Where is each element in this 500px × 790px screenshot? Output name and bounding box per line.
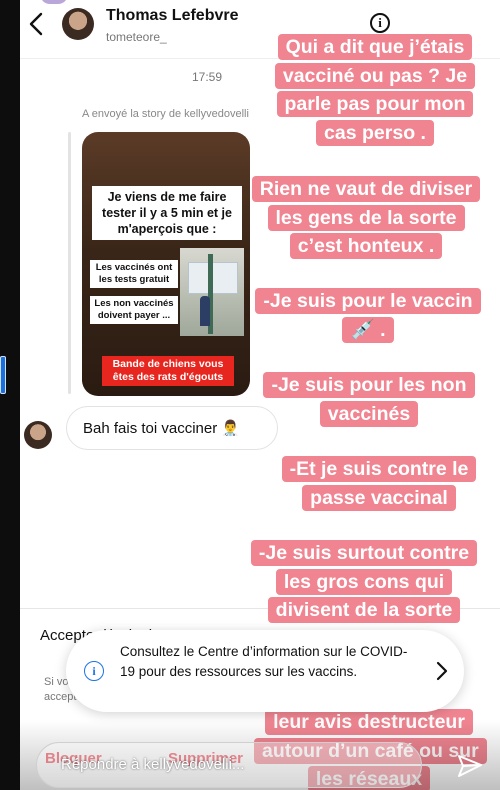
story-text: -Et je suis contre le passe vaccinal <box>281 456 477 511</box>
reply-input[interactable]: Répondre à kellyvedovelli... <box>36 742 422 788</box>
message-timestamp: 17:59 <box>192 70 223 84</box>
story-text-box: Je viens de me faire tester il y a 5 min… <box>92 186 242 240</box>
story-text-box: Les non vaccinés doivent payer ... <box>90 296 178 324</box>
story-text-block: -Je suis pour les non vaccinés <box>254 371 484 428</box>
info-icon[interactable]: i <box>370 13 390 33</box>
story-text-block: -Je suis pour le vaccin 💉 . <box>252 287 484 344</box>
story-text: -Je suis pour les non vaccinés <box>263 372 475 427</box>
story-text-block: -Je suis surtout contre les gros cons qu… <box>244 539 484 625</box>
reply-placeholder: Répondre à kellyvedovelli... <box>61 756 245 773</box>
reply-line <box>68 132 71 394</box>
avatar[interactable] <box>62 8 94 40</box>
story-share-note: A envoyé la story de kellyvedovelli <box>82 108 249 120</box>
photo-person <box>200 296 210 326</box>
story-text: Rien ne vaut de diviser les gens de la s… <box>251 176 481 259</box>
chevron-right-icon <box>436 661 448 681</box>
avatar[interactable] <box>24 421 52 449</box>
story-text-block: -Et je suis contre le passe vaccinal <box>274 455 484 512</box>
story-text-block: Rien ne vaut de diviser les gens de la s… <box>248 175 484 261</box>
photo-tent <box>188 262 238 294</box>
info-icon: i <box>84 661 104 681</box>
chevron-left-icon <box>29 12 43 36</box>
left-edge <box>0 0 20 790</box>
story-text-box: Les vaccinés ont les tests gratuit <box>90 260 178 288</box>
story-text: Qui a dit que j’étais vacciné ou pas ? J… <box>274 34 476 146</box>
contact-name[interactable]: Thomas Lefebvre <box>106 7 238 25</box>
message-bubble[interactable]: Bah fais toi vacciner 👨‍⚕️ <box>66 406 278 450</box>
story-text: -Je suis pour le vaccin 💉 . <box>255 288 481 343</box>
back-button[interactable] <box>22 8 50 40</box>
story-text-block: Qui a dit que j’étais vacciné ou pas ? J… <box>266 33 484 147</box>
contact-handle: tometeore_ <box>106 30 167 44</box>
story-viewer: Thomas Lefebvre tometeore_ i 17:59 A env… <box>0 0 500 790</box>
story-photo <box>180 248 244 336</box>
shared-story-card[interactable]: Je viens de me faire tester il y a 5 min… <box>82 132 250 396</box>
covid-info-banner[interactable]: i Consultez le Centre d’information sur … <box>66 630 464 712</box>
side-marker <box>0 356 6 394</box>
story-red-box: Bande de chiens vous êtes des rats d'égo… <box>102 356 234 386</box>
send-icon[interactable] <box>456 752 484 780</box>
covid-info-text: Consultez le Centre d’information sur le… <box>120 644 408 679</box>
story-text: -Je suis surtout contre les gros cons qu… <box>250 540 478 623</box>
